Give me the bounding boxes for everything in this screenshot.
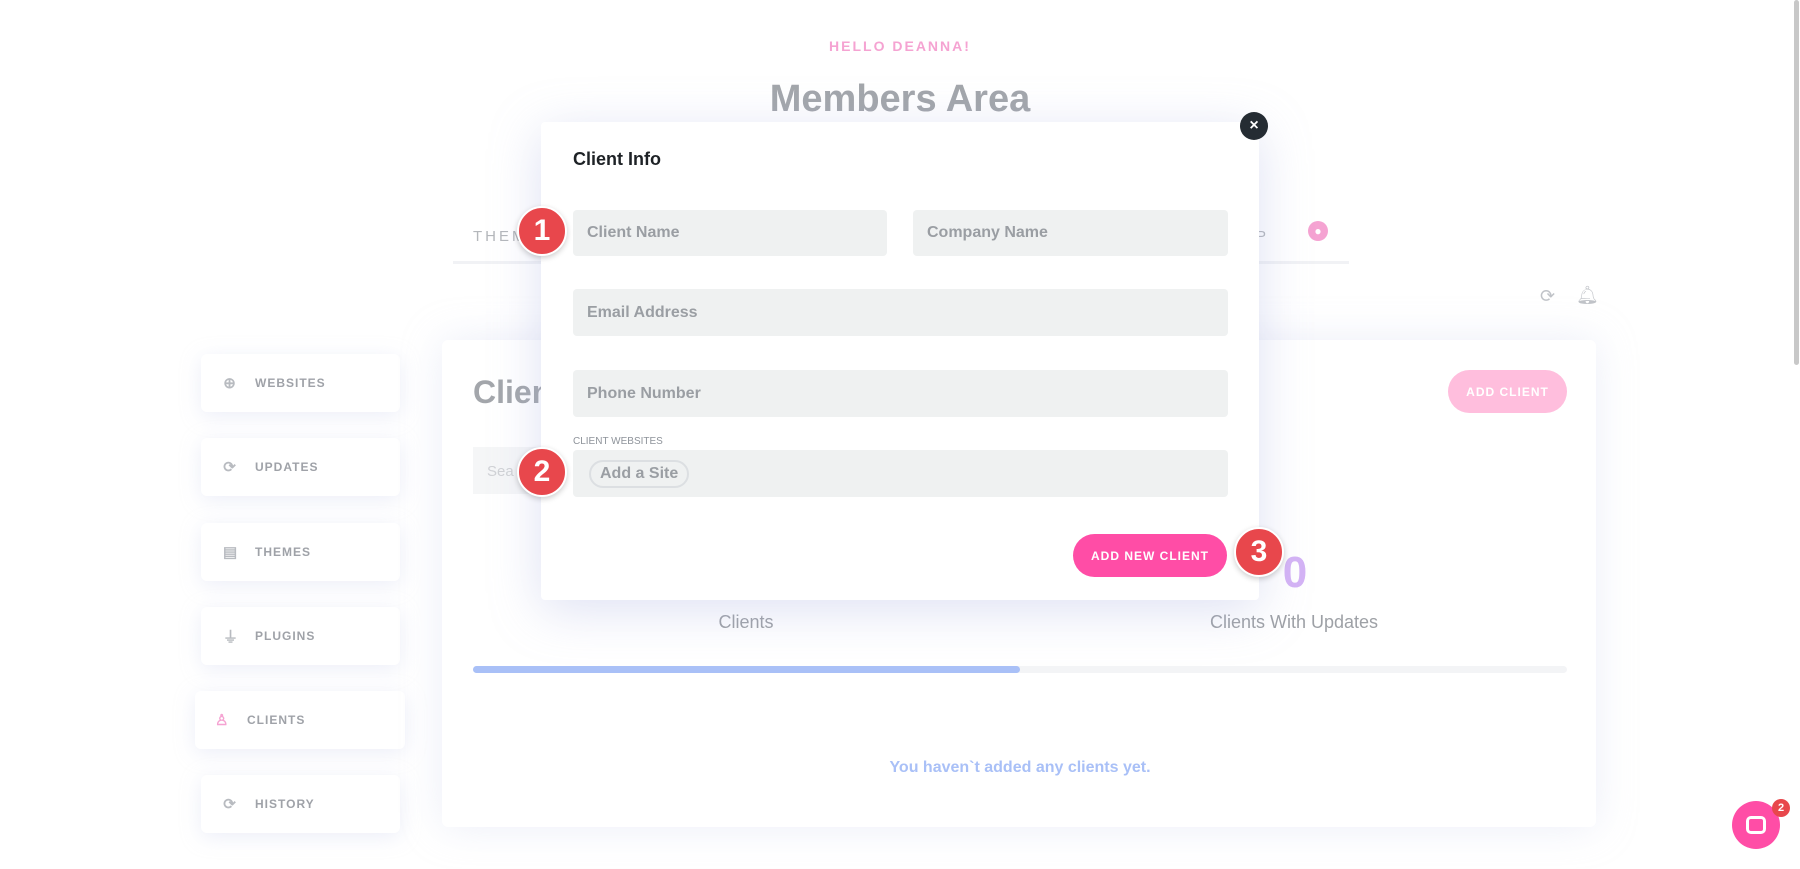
sidebar-item-websites[interactable]: ⊕ WEBSITES bbox=[201, 354, 400, 412]
sidebar-item-label: CLIENTS bbox=[247, 713, 306, 727]
annotation-badge: 2 bbox=[517, 447, 567, 497]
add-new-client-button[interactable]: ADD NEW CLIENT bbox=[1073, 534, 1227, 577]
sidebar-item-plugins[interactable]: ⏚ PLUGINS bbox=[201, 607, 400, 665]
sidebar-item-themes[interactable]: ▤ THEMES bbox=[201, 523, 400, 581]
chat-icon bbox=[1746, 816, 1766, 834]
refresh-icon[interactable]: ⟳ bbox=[1540, 286, 1555, 307]
sidebar-item-label: WEBSITES bbox=[255, 376, 326, 390]
section-title: Clien bbox=[473, 374, 552, 410]
sidebar-item-label: THEMES bbox=[255, 545, 312, 559]
add-client-button[interactable]: ADD CLIENT bbox=[1448, 370, 1567, 413]
annotation-badge: 3 bbox=[1234, 527, 1284, 577]
sidebar-item-clients[interactable]: ♙ CLIENTS bbox=[195, 691, 405, 749]
stat-label-clients: Clients bbox=[718, 612, 774, 632]
close-icon[interactable]: × bbox=[1240, 112, 1268, 140]
client-info-modal bbox=[541, 122, 1259, 600]
modal-title: Client Info bbox=[573, 149, 661, 169]
progress-track bbox=[473, 666, 1567, 673]
email-input[interactable]: Email Address bbox=[573, 289, 1228, 336]
unread-badge: 2 bbox=[1772, 799, 1790, 817]
sidebar-item-updates[interactable]: ⟳ UPDATES bbox=[201, 438, 400, 496]
globe-icon: ⊕ bbox=[223, 375, 237, 392]
bell-icon[interactable]: 🔔︎ bbox=[1576, 285, 1599, 306]
sidebar-item-label: HISTORY bbox=[255, 797, 315, 811]
user-icon: ♙ bbox=[215, 712, 230, 729]
phone-input[interactable]: Phone Number bbox=[573, 370, 1228, 417]
sidebar-item-history[interactable]: ⟳ HISTORY bbox=[201, 775, 400, 833]
progress-fill bbox=[473, 666, 1020, 673]
annotation-badge: 1 bbox=[517, 206, 567, 256]
websites-label: CLIENT WEBSITES bbox=[573, 436, 663, 447]
empty-state: You haven`t added any clients yet. bbox=[889, 759, 1151, 776]
page-title: Members Area bbox=[769, 78, 1031, 120]
websites-input[interactable]: Add a Site bbox=[573, 450, 1228, 497]
scrollbar[interactable] bbox=[1794, 0, 1799, 365]
client-name-input[interactable]: Client Name bbox=[573, 210, 887, 256]
stat-label-updates: Clients With Updates bbox=[1209, 612, 1379, 632]
add-site-button[interactable]: Add a Site bbox=[589, 459, 690, 488]
layout-icon: ▤ bbox=[223, 544, 239, 561]
account-icon[interactable]: ● bbox=[1308, 221, 1328, 241]
plug-icon: ⏚ bbox=[223, 628, 240, 646]
sidebar-item-label: PLUGINS bbox=[255, 629, 316, 643]
company-name-input[interactable]: Company Name bbox=[913, 210, 1228, 256]
refresh-icon: ⟳ bbox=[223, 796, 237, 813]
greeting: HELLO DEANNA! bbox=[829, 38, 971, 54]
sidebar-item-label: UPDATES bbox=[255, 460, 319, 474]
refresh-icon: ⟳ bbox=[223, 459, 237, 476]
